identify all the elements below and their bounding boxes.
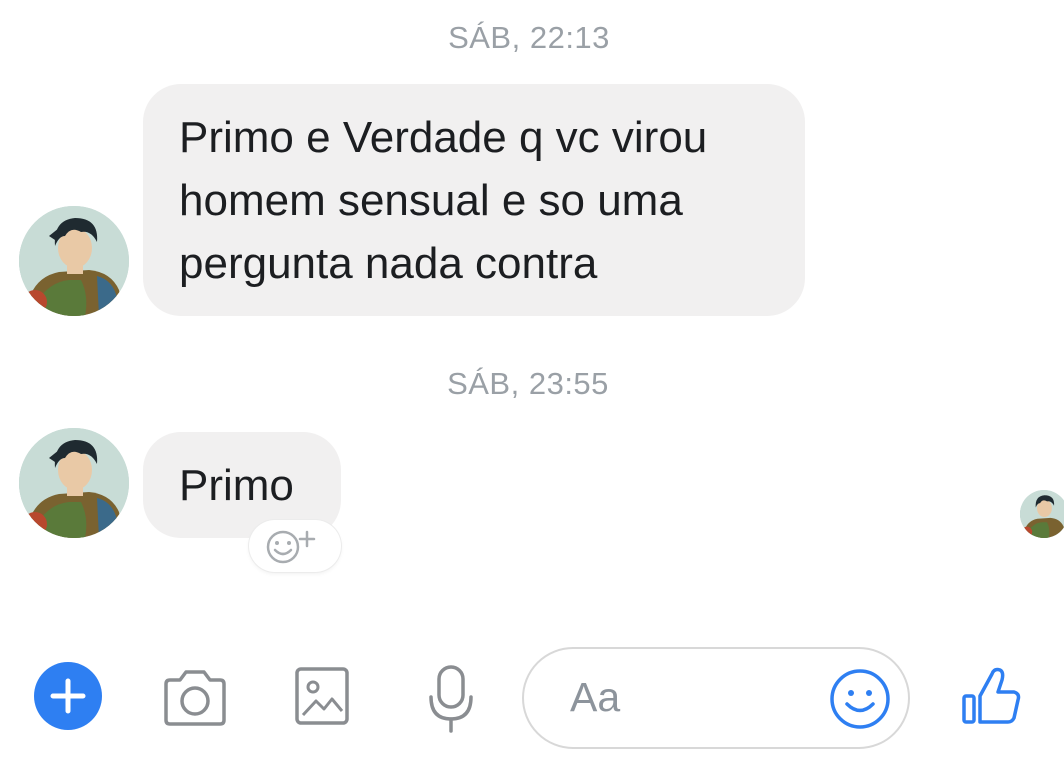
timestamp: SÁB, 22:13: [448, 20, 610, 55]
gallery-icon: [295, 667, 349, 725]
message-line: homem sensual e so uma: [179, 176, 683, 225]
camera-button[interactable]: [160, 668, 230, 728]
message-input[interactable]: Aa: [522, 647, 910, 749]
like-button[interactable]: [958, 664, 1024, 730]
avatar-image-icon: [19, 206, 129, 316]
gallery-button[interactable]: [294, 665, 350, 727]
plus-icon: [50, 678, 86, 714]
emoji-button[interactable]: [828, 667, 892, 731]
more-actions-button[interactable]: [34, 662, 102, 730]
message-bubble[interactable]: Primo e Verdade q vc virou homem sensual…: [143, 84, 805, 316]
seen-receipt-avatar: [1020, 490, 1064, 538]
add-reaction-button[interactable]: [249, 520, 341, 572]
input-placeholder: Aa: [570, 674, 621, 720]
contact-avatar[interactable]: [19, 428, 129, 538]
message-line: Primo: [179, 461, 294, 510]
avatar-image-icon: [19, 428, 129, 538]
message-line: Primo e Verdade q vc virou: [179, 113, 708, 162]
avatar-image-icon: [1020, 490, 1064, 538]
timestamp: SÁB, 23:55: [447, 366, 609, 401]
message-line: pergunta nada contra: [179, 239, 598, 288]
contact-avatar[interactable]: [19, 206, 129, 316]
camera-icon: [164, 670, 226, 726]
microphone-icon: [429, 665, 473, 733]
thumbs-up-icon: [962, 667, 1021, 724]
messenger-conversation: SÁB, 22:13 Primo e Verdade q vc virou ho…: [0, 0, 1064, 769]
add-reaction-icon: [266, 530, 316, 564]
emoji-icon: [830, 669, 890, 729]
voice-message-button[interactable]: [425, 663, 477, 735]
